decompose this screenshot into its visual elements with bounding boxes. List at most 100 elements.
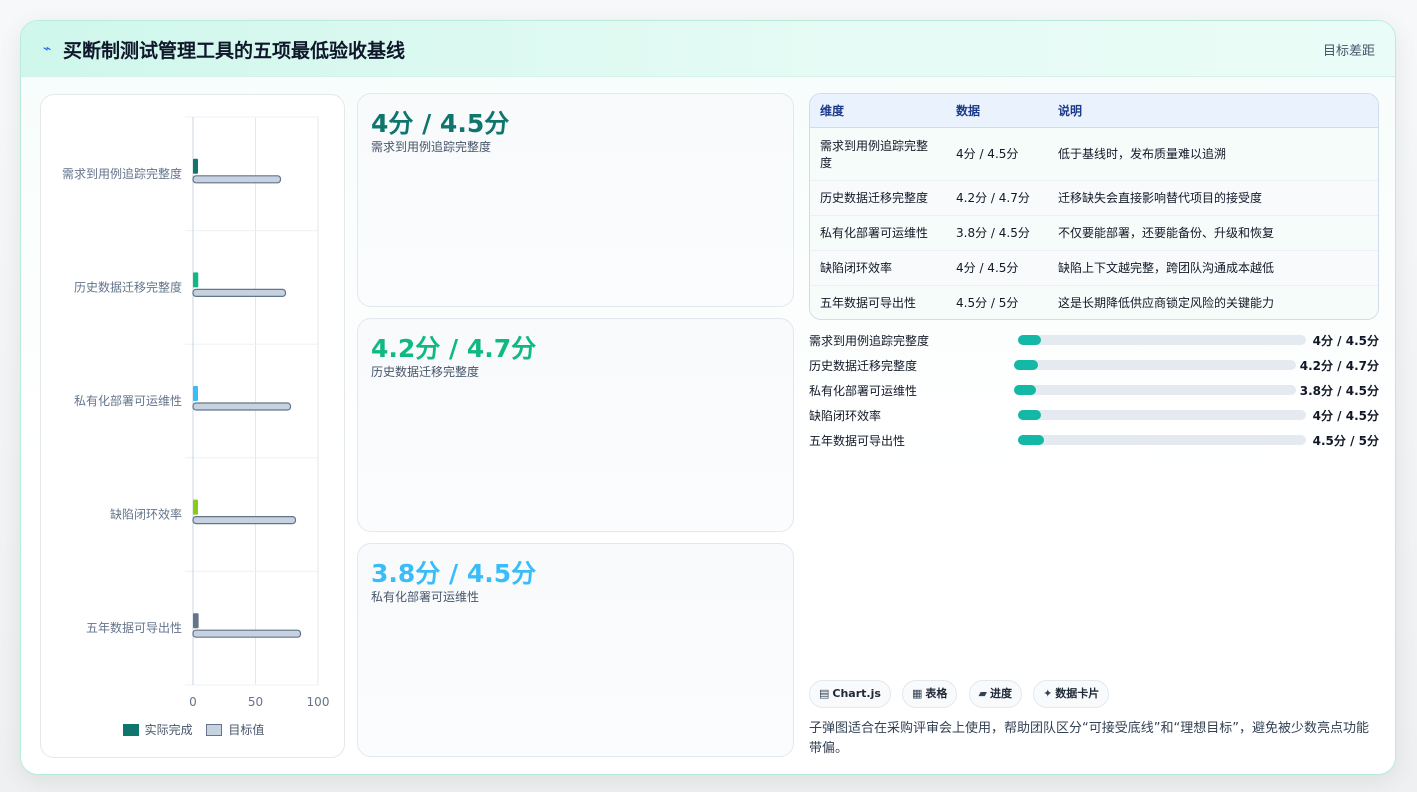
actual-bar bbox=[193, 499, 198, 515]
chip-label: 数据卡片 bbox=[1055, 687, 1100, 700]
stat-label: 私有化部署可运维性 bbox=[371, 590, 480, 604]
progress-track bbox=[1018, 410, 1306, 420]
table-row: 需求到用例追踪完整度 4分 / 4.5分 低于基线时，发布质量难以追溯 bbox=[810, 127, 1378, 181]
table-header-row: 维度 数据 说明 bbox=[810, 94, 1378, 128]
progress-fill bbox=[1014, 360, 1038, 370]
chip-label: Chart.js bbox=[832, 687, 881, 700]
sparkle-icon: ✦ bbox=[1043, 687, 1053, 700]
target-bar bbox=[192, 288, 287, 297]
chip-chartjs[interactable]: ▤ Chart.js bbox=[809, 680, 891, 708]
stat-label: 历史数据迁移完整度 bbox=[371, 365, 480, 379]
table-icon: ▦ bbox=[912, 687, 923, 700]
metrics-table: 维度 数据 说明 需求到用例追踪完整度 4分 / 4.5分 低于基线时，发布质量… bbox=[809, 93, 1379, 320]
x-tick-label: 0 bbox=[189, 695, 197, 709]
table-cell-description: 低于基线时，发布质量难以追溯 bbox=[1048, 127, 1378, 181]
bullet-chart-panel: 需求到用例追踪完整度历史数据迁移完整度 私有化部署可运维性缺陷闭环效率五年数据可导… bbox=[40, 94, 345, 758]
category-label: 历史数据迁移完整度 bbox=[74, 279, 182, 294]
lightning-icon: ⌁ bbox=[43, 41, 52, 57]
progress-icon: ▰ bbox=[978, 687, 987, 700]
table-cell-description: 不仅要能部署，还要能备份、升级和恢复 bbox=[1048, 215, 1378, 251]
table-cell-data: 3.8分 / 4.5分 bbox=[946, 215, 1048, 251]
legend-swatch-actual bbox=[122, 724, 139, 736]
table-header-data: 数据 bbox=[946, 94, 1048, 128]
chip-data-card[interactable]: ✦ 数据卡片 bbox=[1033, 680, 1110, 708]
stat-label: 需求到用例追踪完整度 bbox=[371, 140, 492, 154]
feature-chips: ▤ Chart.js ▦ 表格 ▰ 进度 ✦ 数据卡片 bbox=[809, 680, 1115, 708]
table-cell-data: 4.5分 / 5分 bbox=[946, 285, 1048, 319]
progress-value: 3.8分 / 4.5分 bbox=[1299, 384, 1379, 398]
legend-label-actual: 实际完成 bbox=[144, 723, 193, 737]
dashboard-card: ⌁ 买断制测试管理工具的五项最低验收基线 目标差距 需求到用例追踪完整度 历史数据… bbox=[20, 20, 1396, 775]
stat-value: 3.8分 / 4.5分 bbox=[371, 559, 537, 588]
stat-card: 4分 / 4.5分 需求到用例追踪完整度 bbox=[357, 93, 794, 307]
target-bar bbox=[192, 175, 282, 184]
stat-card: 4.2分 / 4.7分 历史数据迁移完整度 bbox=[357, 318, 794, 532]
progress-value: 4.2分 / 4.7分 bbox=[1299, 359, 1379, 373]
table-row: 私有化部署可运维性 3.8分 / 4.5分 不仅要能部署，还要能备份、升级和恢复 bbox=[810, 215, 1378, 251]
progress-row: 五年数据可导出性 4.5分 / 5分 bbox=[809, 429, 1379, 449]
progress-fill bbox=[1018, 410, 1042, 420]
chip-label: 进度 bbox=[989, 687, 1012, 700]
legend-item-target[interactable]: 目标值 bbox=[206, 721, 264, 738]
progress-track bbox=[1018, 435, 1306, 445]
progress-label: 需求到用例追踪完整度 bbox=[809, 334, 930, 348]
legend-label-target: 目标值 bbox=[228, 723, 265, 737]
progress-value: 4.5分 / 5分 bbox=[1312, 434, 1379, 448]
chip-progress[interactable]: ▰ 进度 bbox=[968, 680, 1022, 708]
category-label: 缺陷闭环效率 bbox=[110, 507, 182, 522]
progress-row: 缺陷闭环效率 4分 / 4.5分 bbox=[809, 404, 1379, 424]
progress-fill bbox=[1018, 435, 1044, 445]
legend-item-actual[interactable]: 实际完成 bbox=[122, 721, 193, 738]
progress-row: 需求到用例追踪完整度 4分 / 4.5分 bbox=[809, 329, 1379, 349]
table-row: 五年数据可导出性 4.5分 / 5分 这是长期降低供应商锁定风险的关键能力 bbox=[810, 285, 1378, 319]
category-label: 需求到用例追踪完整度 bbox=[62, 166, 182, 181]
actual-bar bbox=[193, 386, 198, 401]
progress-value: 4分 / 4.5分 bbox=[1312, 334, 1379, 348]
actual-bar bbox=[193, 158, 198, 174]
stat-value: 4.2分 / 4.7分 bbox=[371, 334, 537, 363]
progress-row: 历史数据迁移完整度 4.2分 / 4.7分 bbox=[809, 354, 1379, 374]
chip-label: 表格 bbox=[925, 687, 948, 700]
progress-fill bbox=[1014, 385, 1036, 395]
table-header-dimension: 维度 bbox=[810, 94, 946, 128]
table-cell-description: 缺陷上下文越完整，跨团队沟通成本越低 bbox=[1048, 250, 1378, 286]
actual-bar bbox=[193, 272, 199, 288]
table-row: 历史数据迁移完整度 4.2分 / 4.7分 迁移缺失会直接影响替代项目的接受度 bbox=[810, 180, 1378, 216]
progress-label: 历史数据迁移完整度 bbox=[809, 359, 918, 373]
target-bar bbox=[192, 516, 297, 525]
progress-track bbox=[1014, 360, 1296, 370]
page-title: 买断制测试管理工具的五项最低验收基线 bbox=[63, 40, 406, 62]
footnote: 子弹图适合在采购评审会上使用，帮助团队区分“可接受底线”和“理想目标”，避免被少… bbox=[809, 721, 1369, 756]
stat-card: 3.8分 / 4.5分 私有化部署可运维性 bbox=[357, 543, 794, 757]
progress-fill bbox=[1018, 335, 1042, 345]
progress-label: 私有化部署可运维性 bbox=[809, 384, 918, 398]
chart-legend: 实际完成 目标值 bbox=[41, 721, 346, 738]
table-cell-dimension: 私有化部署可运维性 bbox=[810, 215, 946, 251]
table-cell-data: 4.2分 / 4.7分 bbox=[946, 180, 1048, 216]
x-tick-label: 50 bbox=[248, 695, 263, 709]
target-bar bbox=[192, 629, 302, 638]
bullet-chart: 需求到用例追踪完整度历史数据迁移完整度私有化部署可运维性缺陷闭环效率五年数据可导… bbox=[62, 116, 330, 709]
progress-label: 五年数据可导出性 bbox=[809, 434, 906, 448]
target-bar bbox=[192, 402, 292, 411]
table-cell-dimension: 历史数据迁移完整度 bbox=[810, 180, 946, 216]
actual-bar bbox=[193, 613, 199, 629]
category-label: 五年数据可导出性 bbox=[86, 620, 182, 635]
chart-icon: ▤ bbox=[819, 687, 830, 700]
table-cell-dimension: 需求到用例追踪完整度 bbox=[810, 127, 946, 181]
x-tick-label: 100 bbox=[307, 695, 330, 709]
table-cell-dimension: 缺陷闭环效率 bbox=[810, 250, 946, 286]
progress-track bbox=[1014, 385, 1296, 395]
progress-track bbox=[1018, 335, 1306, 345]
table-cell-data: 4分 / 4.5分 bbox=[946, 250, 1048, 286]
table-cell-description: 这是长期降低供应商锁定风险的关键能力 bbox=[1048, 285, 1378, 319]
table-row: 缺陷闭环效率 4分 / 4.5分 缺陷上下文越完整，跨团队沟通成本越低 bbox=[810, 250, 1378, 286]
stat-value: 4分 / 4.5分 bbox=[371, 109, 510, 138]
progress-row: 私有化部署可运维性 3.8分 / 4.5分 bbox=[809, 379, 1379, 399]
chip-table[interactable]: ▦ 表格 bbox=[902, 680, 958, 708]
progress-label: 缺陷闭环效率 bbox=[809, 409, 882, 423]
table-cell-data: 4分 / 4.5分 bbox=[946, 127, 1048, 181]
header-tag: 目标差距 bbox=[1322, 44, 1375, 59]
category-label: 私有化部署可运维性 bbox=[74, 393, 182, 408]
table-header-description: 说明 bbox=[1048, 94, 1378, 128]
